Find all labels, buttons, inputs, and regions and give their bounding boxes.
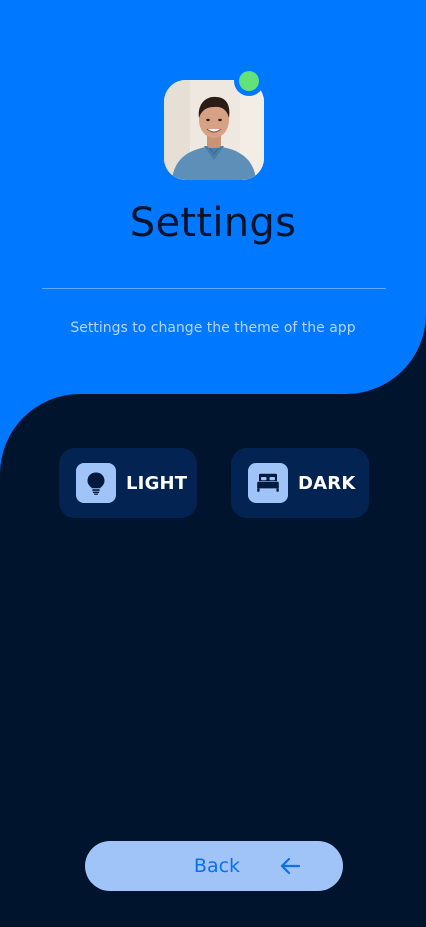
lightbulb-icon <box>87 472 105 495</box>
page-title: Settings <box>129 200 297 246</box>
bed-icon <box>257 473 279 492</box>
avatar[interactable] <box>164 66 264 180</box>
arrow-left-icon <box>280 857 301 875</box>
dark-theme-button[interactable]: DARK <box>231 448 369 518</box>
light-theme-button[interactable]: LIGHT <box>59 448 197 518</box>
light-theme-label: LIGHT <box>126 472 188 494</box>
dark-theme-label: DARK <box>298 472 356 494</box>
online-status-badge <box>234 66 264 96</box>
page-subtitle: Settings to change the theme of the app <box>70 320 356 336</box>
online-status-dot <box>239 71 259 91</box>
back-button[interactable]: Back <box>85 841 343 891</box>
header-divider <box>42 288 386 289</box>
light-theme-icon-box <box>76 463 116 503</box>
dark-theme-icon-box <box>248 463 288 503</box>
settings-screen: Settings Settings to change the theme of… <box>0 0 426 927</box>
back-button-label: Back <box>193 855 241 877</box>
